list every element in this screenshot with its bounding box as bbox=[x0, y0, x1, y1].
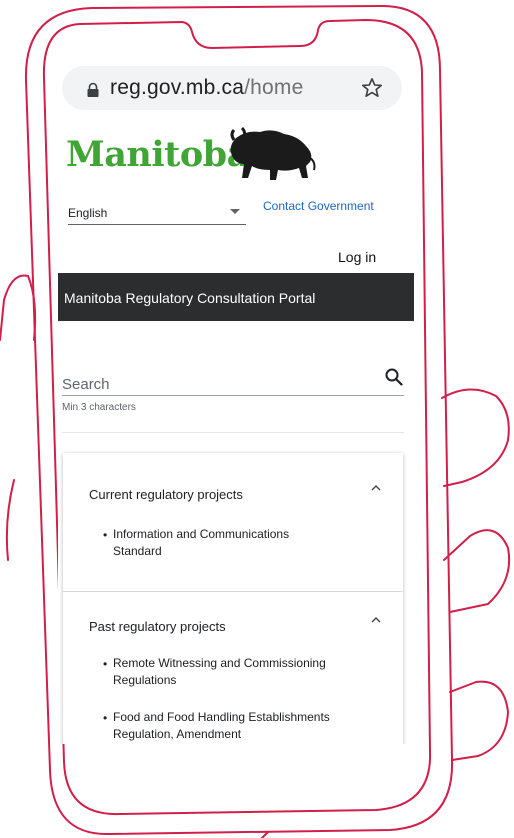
chevron-up-icon[interactable] bbox=[371, 617, 381, 623]
projects-card: Current regulatory projects • Informatio… bbox=[63, 453, 403, 744]
bullet-icon: • bbox=[103, 528, 108, 542]
url-path: /home bbox=[244, 76, 304, 99]
list-item-line: Regulations bbox=[113, 673, 177, 687]
login-link[interactable]: Log in bbox=[338, 249, 376, 265]
chevron-down-icon bbox=[230, 209, 240, 214]
search-icon[interactable] bbox=[384, 367, 404, 387]
bison-icon bbox=[230, 126, 316, 180]
logo-text: Manitoba bbox=[66, 134, 249, 175]
section-divider bbox=[63, 591, 403, 592]
bookmark-star-icon[interactable] bbox=[360, 76, 384, 100]
portal-title: Manitoba Regulatory Consultation Portal bbox=[64, 290, 316, 306]
language-select[interactable]: English bbox=[68, 200, 246, 225]
list-item-line: Remote Witnessing and Commissioning bbox=[113, 656, 326, 670]
list-item[interactable]: Information and Communications Standard bbox=[113, 526, 388, 560]
url-domain: reg.gov.mb.ca bbox=[110, 76, 245, 99]
bullet-icon: • bbox=[103, 711, 108, 725]
list-item-line: Regulation, Amendment bbox=[113, 727, 242, 741]
contact-government-link[interactable]: Contact Government bbox=[263, 199, 374, 213]
url-text[interactable]: reg.gov.mb.ca/home bbox=[110, 76, 303, 100]
browser-url-bar[interactable]: reg.gov.mb.ca/home bbox=[62, 66, 402, 110]
finger-outline bbox=[441, 388, 510, 487]
list-item[interactable]: Remote Witnessing and Commissioning Regu… bbox=[113, 655, 388, 689]
thumb-outline bbox=[0, 274, 29, 341]
list-item-line: Information and Communications bbox=[113, 527, 290, 541]
phone-screen: reg.gov.mb.ca/home Manitoba English Cont… bbox=[58, 60, 414, 744]
portal-banner: Manitoba Regulatory Consultation Portal bbox=[58, 273, 414, 321]
search-input[interactable]: Search bbox=[62, 365, 404, 396]
section-header-current[interactable]: Current regulatory projects bbox=[89, 487, 243, 502]
manitoba-logo[interactable]: Manitoba bbox=[66, 126, 316, 190]
list-item-line: Food and Food Handling Establishments bbox=[113, 710, 330, 724]
search-hint: Min 3 characters bbox=[62, 402, 136, 413]
divider bbox=[62, 432, 404, 433]
list-item[interactable]: Food and Food Handling Establishments Re… bbox=[113, 709, 388, 743]
search-placeholder: Search bbox=[62, 376, 110, 393]
language-selected-value: English bbox=[68, 206, 108, 220]
bullet-icon: • bbox=[103, 657, 108, 671]
list-item-line: Standard bbox=[113, 544, 162, 558]
lock-icon bbox=[87, 82, 99, 97]
chevron-up-icon[interactable] bbox=[371, 485, 381, 491]
section-header-past[interactable]: Past regulatory projects bbox=[89, 619, 226, 634]
